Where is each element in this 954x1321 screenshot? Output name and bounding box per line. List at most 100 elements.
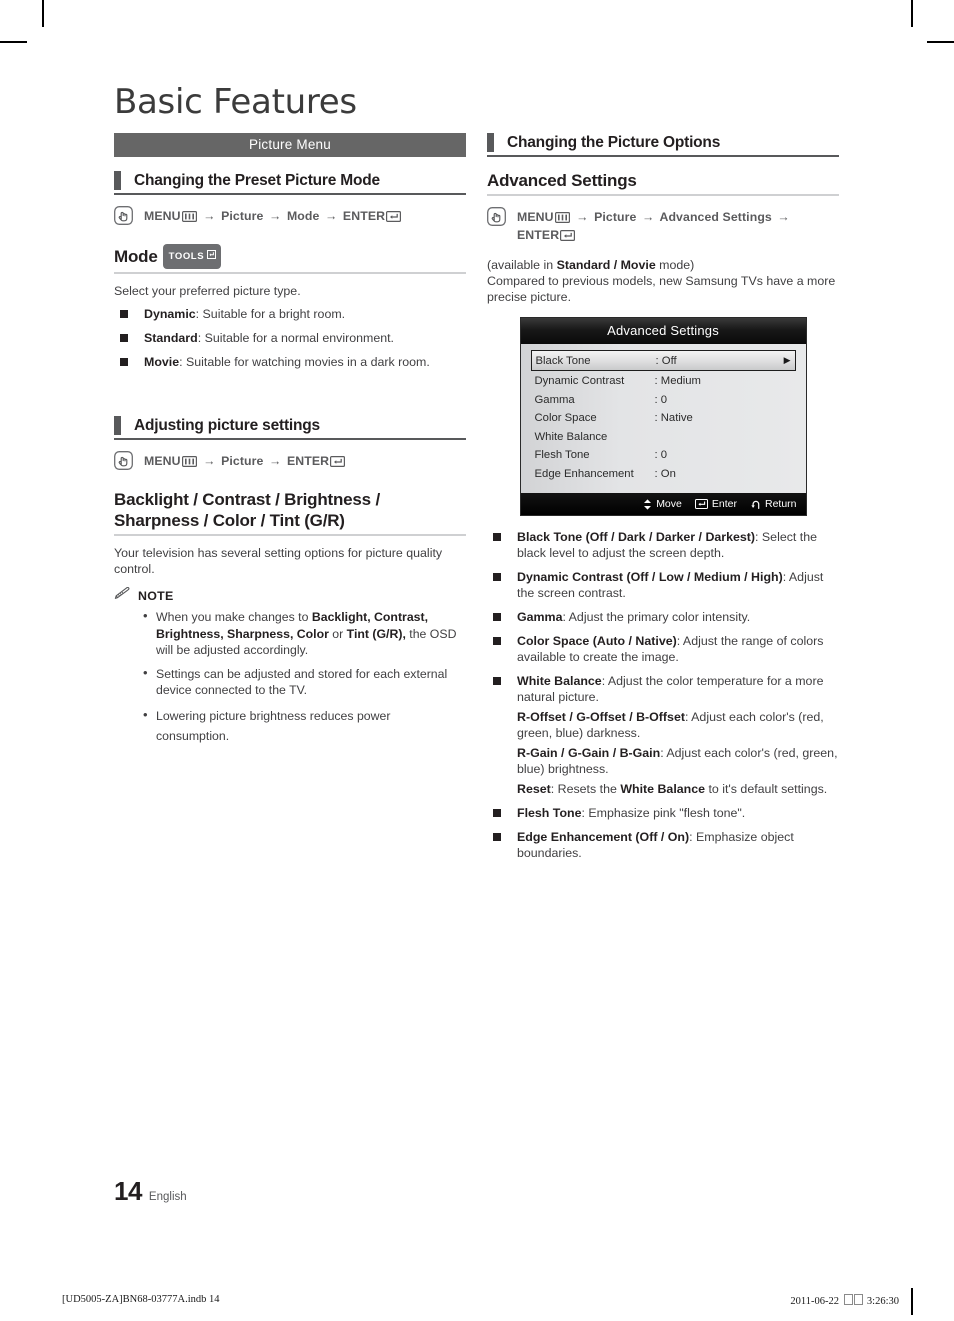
- list-item-sub: R-Offset / G-Offset / B-Offset: Adjust e…: [517, 710, 824, 740]
- bullet-term: Color Space (Auto / Native): [517, 634, 677, 648]
- osd-title: Advanced Settings: [520, 318, 806, 344]
- hand-pointer-icon: [114, 451, 133, 475]
- advanced-intro: Compared to previous models, new Samsung…: [487, 274, 836, 304]
- tools-arrow-icon: [207, 246, 217, 267]
- subheading-text: Mode: [114, 247, 158, 266]
- osd-row-value: : On: [654, 467, 676, 480]
- bullet-term: Flesh Tone: [517, 806, 582, 820]
- path-step-picture: Picture: [221, 454, 264, 468]
- right-column: Changing the Picture Options Advanced Se…: [487, 133, 839, 869]
- list-item: Black Tone (Off / Dark / Darker / Darkes…: [487, 529, 839, 561]
- page-language: English: [148, 1191, 187, 1203]
- osd-row-color-space[interactable]: Color Space : Native: [531, 409, 796, 428]
- osd-row-white-balance[interactable]: White Balance: [531, 428, 796, 447]
- list-item: Lowering picture brightness reduces powe…: [114, 705, 466, 746]
- mode-bullet-list: Dynamic: Suitable for a bright room. Sta…: [114, 306, 466, 370]
- crop-mark-top-right: [911, 0, 913, 27]
- list-item: Gamma: Adjust the primary color intensit…: [487, 609, 839, 625]
- mode-intro: Select your preferred picture type.: [114, 284, 301, 298]
- path-step-mode: Mode: [286, 209, 320, 223]
- list-item: Edge Enhancement (Off / On): Emphasize o…: [487, 829, 839, 861]
- osd-hint-enter[interactable]: Enter: [694, 498, 737, 510]
- osd-rows: Black Tone : Off ▶ Dynamic Contrast : Me…: [520, 344, 806, 493]
- osd-hint-label: Move: [656, 498, 682, 510]
- bullet-term: Dynamic: [144, 307, 196, 321]
- enter-key-icon: [694, 499, 708, 509]
- osd-row-value: : 0: [654, 449, 668, 462]
- bullet-term: Edge Enhancement (Off / On): [517, 830, 690, 844]
- osd-row-name: White Balance: [534, 430, 608, 443]
- osd-row-name: Edge Enhancement: [534, 467, 634, 480]
- bullet-term: Standard: [144, 331, 198, 345]
- subheading-advanced-settings: Advanced Settings: [487, 170, 839, 196]
- advanced-settings-bullet-list: Black Tone (Off / Dark / Darker / Darkes…: [487, 529, 839, 861]
- menu-label: MENU: [517, 210, 554, 224]
- bullet-term: Gamma: [517, 610, 563, 624]
- footer-date: 2011-06-22: [790, 1296, 840, 1307]
- osd-row-value: : Medium: [654, 375, 701, 388]
- osd-row-gamma[interactable]: Gamma : 0: [531, 391, 796, 410]
- osd-hint-label: Enter: [711, 498, 737, 510]
- bullet-term: Movie: [144, 355, 180, 369]
- bullet-term: Black Tone (Off / Dark / Darker / Darkes…: [517, 530, 756, 544]
- crop-mark-left-top: [0, 41, 27, 43]
- osd-row-name: Black Tone: [535, 354, 591, 367]
- osd-row-edge-enhancement[interactable]: Edge Enhancement : On: [531, 465, 796, 484]
- tools-badge[interactable]: TOOLS: [162, 244, 222, 269]
- list-item: Flesh Tone: Emphasize pink "flesh tone".: [487, 805, 839, 821]
- enter-key-icon: [386, 211, 402, 225]
- osd-hint-move[interactable]: Move: [643, 498, 682, 510]
- hand-pointer-icon: [114, 206, 133, 230]
- osd-row-name: Color Space: [534, 412, 597, 425]
- osd-hint-label: Return: [764, 498, 797, 510]
- osd-hint-return[interactable]: Return: [750, 498, 797, 510]
- left-column: Picture Menu Changing the Preset Picture…: [114, 133, 466, 753]
- menu-key-icon: [181, 456, 197, 470]
- note-list: When you make changes to Backlight, Cont…: [114, 608, 466, 746]
- missing-glyph-box: [844, 1294, 854, 1305]
- osd-row-name: Gamma: [534, 393, 575, 406]
- subheading-mode: Mode TOOLS: [114, 244, 466, 274]
- osd-row-dynamic-contrast[interactable]: Dynamic Contrast : Medium: [531, 372, 796, 391]
- list-item: Dynamic Contrast (Off / Low / Medium / H…: [487, 569, 839, 601]
- enter-label: ENTER: [286, 454, 330, 468]
- osd-row-flesh-tone[interactable]: Flesh Tone : 0: [531, 446, 796, 465]
- bullet-desc: : Adjust the primary color intensity.: [562, 610, 751, 624]
- manual-page: Basic Features Picture Menu Changing the…: [0, 0, 954, 1321]
- menu-path-text: MENU → Picture → Advanced Settings → ENT…: [517, 210, 790, 244]
- menu-key-icon: [181, 211, 197, 225]
- note-label: NOTE: [138, 589, 174, 603]
- list-item: Dynamic: Suitable for a bright room.: [114, 306, 466, 322]
- bullet-term: White Balance: [517, 674, 602, 688]
- heading-changing-preset-picture-mode: Changing the Preset Picture Mode: [114, 171, 466, 195]
- enter-key-icon: [330, 456, 346, 470]
- return-arrow-icon: [750, 499, 761, 510]
- bullet-desc: : Suitable for a bright room.: [195, 307, 346, 321]
- page-number-block: 14 English: [114, 1176, 187, 1207]
- list-item: Standard: Suitable for a normal environm…: [114, 330, 466, 346]
- heading-tab-marker: [114, 416, 121, 435]
- picture-settings-intro: Your television has several setting opti…: [114, 546, 443, 576]
- heading-text: Changing the Picture Options: [507, 134, 721, 151]
- page-number: 14: [114, 1176, 142, 1206]
- osd-row-value: : 0: [654, 393, 668, 406]
- crop-mark-top-left: [42, 0, 44, 27]
- osd-row-value: : Off: [655, 354, 677, 367]
- page-title: Basic Features: [114, 82, 357, 122]
- heading-text: Adjusting picture settings: [134, 417, 320, 434]
- pencil-icon: [114, 586, 131, 605]
- osd-advanced-settings-panel: Advanced Settings Black Tone : Off ▶ Dyn…: [519, 317, 807, 516]
- subheading-backlight-contrast: Backlight / Contrast / Brightness / Shar…: [114, 489, 466, 536]
- print-footer: [UD5005-ZA]BN68-03777A.indb 14 2011-06-2…: [0, 1294, 954, 1314]
- heading-changing-picture-options: Changing the Picture Options: [487, 133, 839, 157]
- footer-timestamp: 2011-06-22 3:26:30: [790, 1294, 899, 1307]
- path-step-picture: Picture: [594, 210, 637, 224]
- osd-row-name: Dynamic Contrast: [534, 375, 625, 388]
- osd-row-black-tone[interactable]: Black Tone : Off ▶: [530, 350, 796, 371]
- enter-key-icon: [560, 230, 576, 244]
- menu-path-advanced-settings: MENU → Picture → Advanced Settings → ENT…: [487, 207, 839, 245]
- heading-adjusting-picture-settings: Adjusting picture settings: [114, 416, 466, 440]
- list-item: White Balance: Adjust the color temperat…: [487, 673, 839, 705]
- bullet-desc: : Emphasize pink "flesh tone".: [581, 806, 746, 820]
- hand-pointer-icon: [487, 207, 506, 231]
